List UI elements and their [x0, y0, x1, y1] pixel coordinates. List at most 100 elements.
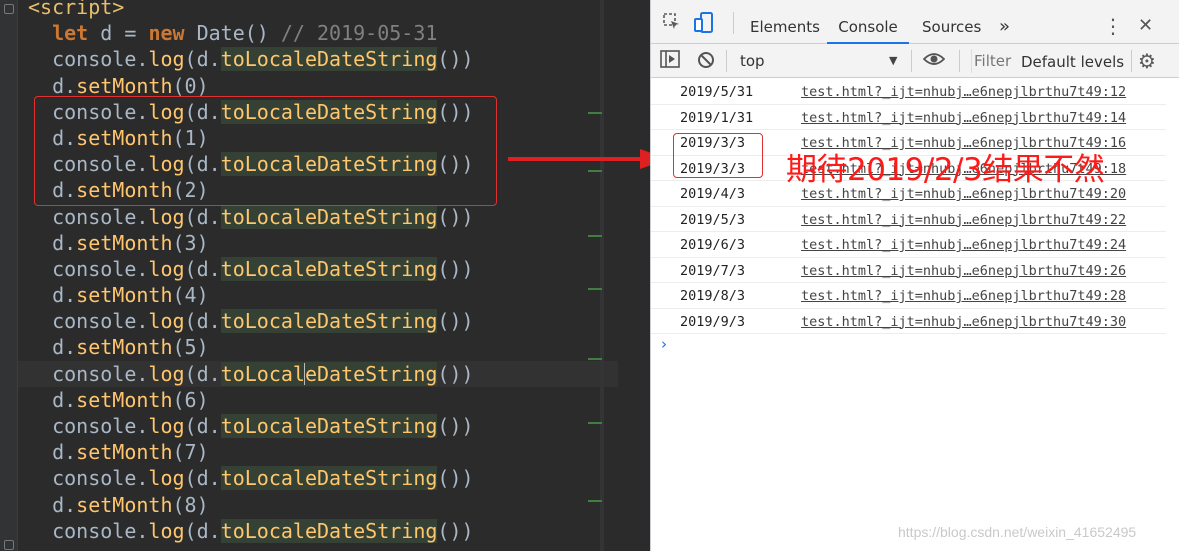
message-text: 2019/4/3 [680, 186, 746, 202]
code-token: log [148, 414, 185, 438]
console-scrollbar[interactable] [1166, 79, 1179, 551]
tab-elements[interactable]: Elements [750, 0, 820, 44]
code-line[interactable]: console.log(d.toLocaleDateString()) [28, 518, 618, 544]
console-log: 2019/5/31 test.html?_ijt=nhubj…e6nepjlbrt… [651, 79, 1166, 334]
code-token: (d. [184, 466, 221, 491]
code-line[interactable]: console.log(d.toLocaleDateString()) [28, 308, 618, 334]
gear-icon[interactable]: ⚙ [1136, 50, 1158, 72]
code-token: toLocaleDateString [220, 256, 438, 281]
device-toolbar-icon[interactable] [693, 12, 715, 34]
code-line[interactable]: d.setMonth(7) [28, 439, 618, 465]
watermark: https://blog.csdn.net/weixin_41652495 [898, 524, 1137, 540]
code-line[interactable]: console.log(d.toLocaleDateString()) [28, 465, 618, 491]
code-token: log [148, 309, 185, 334]
code-token: setMonth [76, 492, 173, 517]
tab-sources[interactable]: Sources [922, 0, 981, 44]
change-marker [588, 422, 602, 424]
code-line[interactable]: console.log(d.toLocaleDateString()) [18, 360, 618, 387]
fold-icon[interactable] [4, 540, 14, 550]
code-token: console. [28, 309, 149, 334]
code-line[interactable]: d.setMonth(6) [28, 387, 618, 413]
code-token: log [148, 361, 185, 386]
code-token: let [52, 21, 89, 46]
divider [726, 50, 727, 72]
code-token: console. [28, 466, 149, 491]
code-line[interactable]: console.log(d.toLocaleDateString()) [28, 256, 618, 282]
context-selector[interactable]: top [740, 52, 765, 70]
dropdown-arrow-icon[interactable]: ▼ [889, 54, 897, 67]
code-token: (3) [172, 230, 209, 255]
tab-console[interactable]: Console [827, 0, 909, 44]
code-line[interactable]: <script> [28, 0, 618, 20]
close-icon[interactable]: ✕ [1138, 0, 1153, 44]
log-levels-dropdown[interactable]: Default levels [1021, 53, 1124, 71]
source-link[interactable]: test.html?_ijt=nhubj…e6nepjlbrthu7t49:12 [801, 84, 1126, 100]
code-token: ()) [437, 466, 474, 491]
code-token: (d. [184, 256, 221, 281]
code-token: (0) [172, 73, 209, 98]
console-message: 2019/5/31 test.html?_ijt=nhubj…e6nepjlbrt… [651, 79, 1166, 105]
filter-input[interactable]: Filter [971, 49, 1011, 73]
console-message: 2019/9/3 test.html?_ijt=nhubj…e6nepjlbrth… [651, 309, 1166, 334]
console-message: 2019/7/3 test.html?_ijt=nhubj…e6nepjlbrth… [651, 258, 1166, 283]
console-message: 2019/5/3 test.html?_ijt=nhubj…e6nepjlbrth… [651, 207, 1166, 232]
divider [911, 50, 912, 72]
code-token: ()) [437, 518, 474, 543]
code-token: ()) [437, 256, 474, 281]
code-line[interactable]: let d = new Date() // 2019-05-31 [28, 20, 618, 46]
source-link[interactable]: test.html?_ijt=nhubj…e6nepjlbrthu7t49:30 [801, 314, 1126, 330]
console-message: 2019/8/3 test.html?_ijt=nhubj…e6nepjlbrth… [651, 283, 1166, 309]
code-token: d. [28, 387, 77, 412]
code-line[interactable]: console.log(d.toLocaleDateString()) [28, 204, 618, 230]
sidebar-toggle-icon[interactable] [659, 50, 681, 72]
annotation-text: 期待2019/2/3结果不然 [786, 152, 1105, 188]
code-line[interactable]: d.setMonth(5) [28, 334, 618, 360]
code-token: setMonth [76, 387, 173, 412]
code-token: ()) [437, 361, 474, 386]
console-message: 2019/6/3 test.html?_ijt=nhubj…e6nepjlbrth… [651, 232, 1166, 258]
code-token: console. [28, 47, 149, 72]
menu-icon[interactable]: ⋮ [1103, 0, 1123, 44]
console-prompt-icon[interactable]: › [661, 335, 667, 353]
source-link[interactable]: test.html?_ijt=nhubj…e6nepjlbrthu7t49:14 [801, 110, 1126, 126]
code-token: console. [28, 361, 149, 386]
code-token: d = [88, 21, 149, 46]
source-link[interactable]: test.html?_ijt=nhubj…e6nepjlbrthu7t49:22 [801, 212, 1126, 228]
code-highlight-box [34, 96, 497, 206]
code-token: (d. [184, 204, 221, 229]
code-line[interactable]: d.setMonth(0) [28, 73, 618, 99]
source-link[interactable]: test.html?_ijt=nhubj…e6nepjlbrthu7t49:26 [801, 263, 1126, 279]
code-line[interactable]: console.log(d.toLocaleDateString()) [28, 46, 618, 72]
devtools-panel: Elements Console Sources » ⋮ ✕ top ▼ Fil… [650, 0, 1179, 551]
source-link[interactable]: test.html?_ijt=nhubj…e6nepjlbrthu7t49:28 [801, 288, 1126, 304]
code-token: toLocaleDateString [220, 518, 438, 543]
message-text: 2019/9/3 [680, 313, 746, 330]
code-token: (d. [184, 47, 221, 72]
clear-console-icon[interactable] [695, 50, 717, 72]
code-token: d. [28, 335, 77, 360]
code-token: (6) [172, 387, 209, 412]
fold-icon[interactable] [4, 4, 14, 14]
inspect-element-icon[interactable] [661, 12, 683, 34]
code-line[interactable]: d.setMonth(3) [28, 230, 618, 256]
message-text: 2019/6/3 [680, 237, 746, 253]
change-marker [588, 500, 602, 502]
code-editor[interactable]: <script> let d = new Date() // 2019-05-3… [0, 0, 650, 551]
eye-icon[interactable] [922, 50, 946, 72]
source-link[interactable]: test.html?_ijt=nhubj…e6nepjlbrthu7t49:24 [801, 237, 1126, 253]
code-content[interactable]: <script> let d = new Date() // 2019-05-3… [18, 0, 618, 544]
editor-scrollbar[interactable] [600, 0, 604, 551]
code-token: (d. [184, 309, 221, 334]
code-line[interactable]: d.setMonth(4) [28, 282, 618, 308]
code-token: Date() [184, 21, 281, 46]
code-token: log [148, 47, 185, 72]
more-tabs-icon[interactable]: » [999, 0, 1010, 44]
change-marker [588, 288, 602, 290]
divider [733, 12, 734, 34]
code-token: console. [28, 256, 149, 281]
code-line[interactable]: console.log(d.toLocaleDateString()) [28, 413, 618, 439]
code-token: toLocaleDateString [220, 414, 438, 438]
code-token: (8) [172, 492, 209, 517]
code-line[interactable]: d.setMonth(8) [28, 492, 618, 518]
message-text: 2019/5/3 [680, 211, 746, 228]
